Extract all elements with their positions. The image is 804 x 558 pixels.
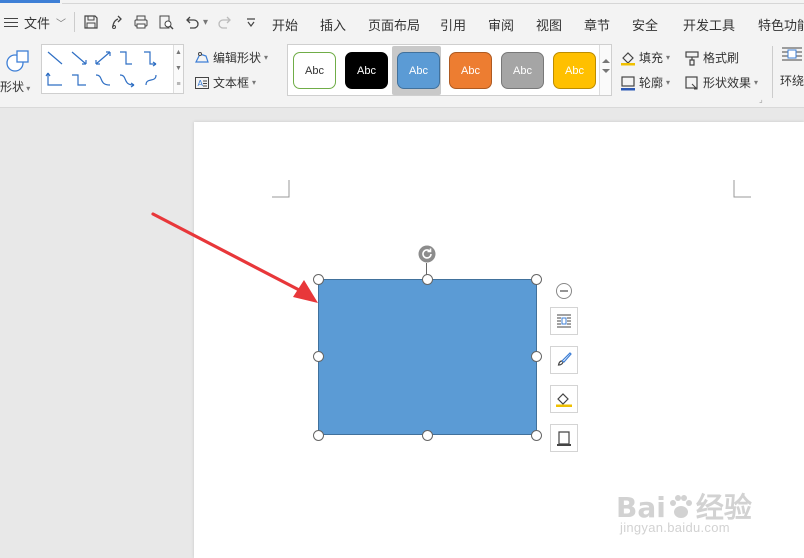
shape-effects-button[interactable]: 形状效果 ▾ [684,74,758,91]
shape-fill-button[interactable] [550,385,578,413]
outline-label: 轮廓 [639,76,664,90]
edit-shape-icon [195,51,209,63]
dialog-launcher-icon[interactable]: ⌟ [759,95,763,104]
resize-handle-bottom[interactable] [422,430,433,441]
file-menu-label: 文件 [24,16,51,31]
shape-effects-icon [685,75,698,89]
style-sample-1[interactable]: Abc [293,52,336,89]
rotate-handle-icon[interactable] [418,245,436,263]
line-shape-gallery[interactable]: ▲ ▼ ≡ [41,44,184,94]
textbox-icon: A [195,76,209,89]
hamburger-icon [4,17,18,29]
active-doc-tab-indicator [0,0,60,3]
style-gallery-more-button[interactable] [599,45,611,95]
wrap-text-label: 环绕 [780,74,804,88]
undo-icon[interactable] [183,13,201,31]
shape-style-gallery[interactable]: Abc Abc Abc Abc Abc Abc [287,44,612,96]
shape-button[interactable]: 形状 ▾ [0,44,36,100]
fill-bucket-icon [621,51,635,65]
outline-button[interactable]: 轮廓 ▾ [620,74,670,91]
tab-references[interactable]: 引用 [440,15,466,34]
wrap-text-button[interactable]: 环绕 [780,46,804,89]
save-icon[interactable] [82,13,100,31]
tab-security[interactable]: 安全 [632,15,658,34]
shape-outline-button[interactable] [550,424,578,452]
print-icon[interactable] [132,13,150,31]
shape-icon [6,50,29,72]
selected-rectangle-shape[interactable] [318,279,537,435]
fill-button[interactable]: 填充 ▾ [620,49,670,66]
style-sample-6[interactable]: Abc [553,52,596,89]
tab-section[interactable]: 章节 [584,15,610,34]
fill-label: 填充 [639,51,664,65]
style-sample-4[interactable]: Abc [449,52,492,89]
shape-button-label: 形状 ▾ [0,80,31,94]
resize-handle-top-right[interactable] [531,274,542,285]
tab-developer[interactable]: 开发工具 [683,15,735,34]
resize-handle-left[interactable] [313,351,324,362]
tab-special-features[interactable]: 特色功能 [758,15,804,34]
edit-shape-button[interactable]: 编辑形状 ▾ [194,49,268,66]
format-painter-icon [685,50,699,66]
tab-review[interactable]: 审阅 [488,15,514,34]
menu-bar: 文件 ﹀ ▾ 开始 插入 页面布局 引用 审阅 视图 章节 安全 开发工具 特色… [0,4,804,40]
svg-text:A: A [198,79,204,88]
margin-corner-top-left [272,180,290,198]
watermark-suffix: 经验 [695,492,752,523]
style-sample-5[interactable]: Abc [501,52,544,89]
wrap-layout-icon [557,314,571,328]
shape-effects-label: 形状效果 [703,76,752,90]
shape-style-button[interactable] [550,346,578,374]
print-preview-icon[interactable] [157,13,175,31]
resize-handle-top-left[interactable] [313,274,324,285]
paintbrush-icon [557,352,572,366]
resize-handle-top[interactable] [422,274,433,285]
edit-shape-label: 编辑形状 [213,51,262,65]
format-painter-label: 格式刷 [703,51,740,65]
watermark-url: jingyan.baidu.com [620,520,730,535]
baidu-watermark: Bai 经验 jingyan.baidu.com [616,486,752,535]
ribbon-toolbar: 形状 ▾ ▲ ▼ ≡ 编辑形状 ▾ A 文本框 ▾ Abc Abc Abc Ab… [0,40,804,108]
wrap-text-icon [782,47,802,61]
textbox-label: 文本框 [213,76,250,90]
outline-icon [621,75,635,90]
customize-toolbar-icon[interactable] [242,13,260,31]
tab-view[interactable]: 视图 [536,15,562,34]
style-sample-2[interactable]: Abc [345,52,388,89]
margin-corner-top-right [733,180,751,198]
resize-handle-bottom-right[interactable] [531,430,542,441]
collapse-toolbar-icon[interactable] [555,282,573,300]
resize-handle-right[interactable] [531,351,542,362]
export-pdf-icon[interactable] [108,13,126,31]
tab-home[interactable]: 开始 [272,15,298,34]
undo-dropdown-icon[interactable]: ▾ [203,17,208,28]
paw-icon [669,495,692,518]
outline-icon [557,431,571,446]
redo-icon [216,13,234,31]
resize-handle-bottom-left[interactable] [313,430,324,441]
fill-bucket-icon [556,393,572,407]
tab-page-layout[interactable]: 页面布局 [368,15,420,34]
layout-options-button[interactable] [550,307,578,335]
chevron-down-icon: ﹀ [56,19,67,30]
connector-shapes-icon [45,51,157,88]
tab-insert[interactable]: 插入 [320,15,346,34]
gallery-scroll-button[interactable]: ▲ ▼ ≡ [173,45,183,93]
textbox-button[interactable]: A 文本框 ▾ [194,74,256,91]
style-sample-3[interactable]: Abc [397,52,440,89]
format-painter-button[interactable]: 格式刷 [684,49,739,66]
file-menu-button[interactable]: 文件 ﹀ [4,13,66,32]
